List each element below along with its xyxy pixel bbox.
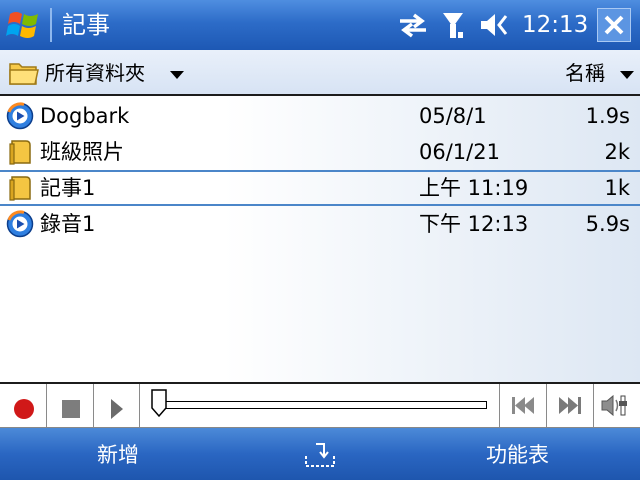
file-date: 下午 12:13	[419, 212, 529, 236]
file-name: 班級照片	[40, 140, 124, 164]
note-file-icon	[6, 138, 34, 166]
file-date: 05/8/1	[419, 104, 487, 128]
record-button[interactable]	[0, 384, 47, 427]
chevron-down-icon[interactable]	[620, 71, 634, 79]
file-date: 06/1/21	[419, 140, 500, 164]
list-item[interactable]: 班級照片 06/1/21 2k	[0, 134, 640, 170]
file-name: 錄音1	[40, 212, 96, 236]
file-size: 1.9s	[585, 104, 630, 128]
folder-dropdown[interactable]: 所有資料夾	[45, 60, 145, 86]
new-softkey[interactable]: 新增	[97, 442, 139, 468]
next-button[interactable]	[547, 384, 594, 427]
recording-toolbar	[0, 382, 640, 428]
media-file-icon	[6, 102, 34, 130]
close-icon	[604, 15, 624, 35]
note-file-icon	[6, 174, 34, 202]
title-bar: 記事 12:13	[0, 0, 640, 50]
clock[interactable]: 12:13	[522, 10, 588, 40]
menu-softkey[interactable]: 功能表	[486, 442, 549, 468]
record-icon	[14, 399, 34, 419]
file-size: 1k	[604, 176, 630, 200]
file-size: 2k	[604, 140, 630, 164]
close-button[interactable]	[597, 8, 631, 42]
progress-slider[interactable]	[140, 384, 500, 427]
title-separator	[50, 8, 52, 42]
chevron-down-icon[interactable]	[170, 71, 184, 79]
file-name: Dogbark	[40, 104, 130, 128]
signal-antenna-icon[interactable]	[440, 10, 466, 40]
sort-dropdown[interactable]: 名稱	[565, 60, 605, 86]
skip-forward-icon	[559, 397, 581, 414]
progress-thumb[interactable]	[150, 388, 168, 422]
file-size: 5.9s	[585, 212, 630, 236]
volume-button[interactable]	[594, 384, 640, 427]
volume-icon	[601, 394, 627, 417]
media-file-icon	[6, 210, 34, 238]
folder-bar: 所有資料夾 名稱	[0, 50, 640, 96]
progress-track	[165, 401, 487, 409]
input-panel-icon[interactable]	[302, 440, 338, 474]
folder-icon[interactable]	[8, 59, 40, 91]
play-button[interactable]	[94, 384, 140, 427]
file-name: 記事1	[40, 176, 96, 200]
file-date: 上午 11:19	[419, 176, 529, 200]
skip-back-icon	[512, 397, 534, 414]
menu-bar: 新增 功能表	[0, 428, 640, 480]
previous-button[interactable]	[500, 384, 547, 427]
stop-button[interactable]	[47, 384, 94, 427]
sync-arrows-icon[interactable]	[396, 10, 430, 40]
stop-icon	[62, 400, 80, 418]
app-title: 記事	[62, 11, 110, 39]
speaker-muted-icon[interactable]	[478, 10, 514, 40]
windows-flag-icon[interactable]	[4, 6, 44, 44]
list-item[interactable]: Dogbark 05/8/1 1.9s	[0, 98, 640, 134]
list-item-selected[interactable]: 記事1 上午 11:19 1k	[0, 170, 640, 206]
play-icon	[111, 399, 123, 419]
list-item[interactable]: 錄音1 下午 12:13 5.9s	[0, 206, 640, 242]
file-list: Dogbark 05/8/1 1.9s 班級照片 06/1/21 2k 記事1 …	[0, 96, 640, 382]
